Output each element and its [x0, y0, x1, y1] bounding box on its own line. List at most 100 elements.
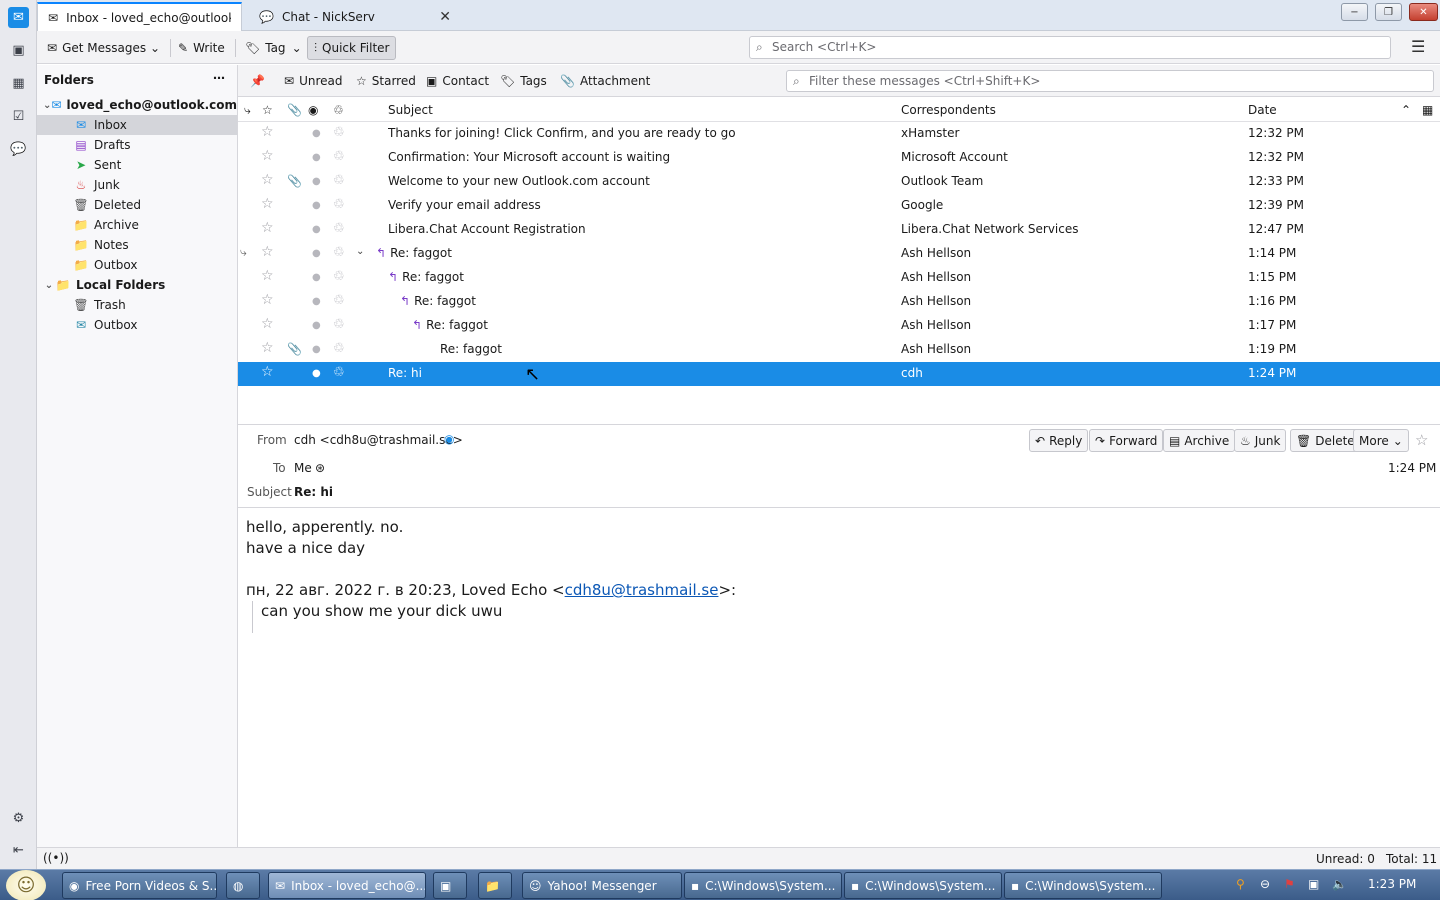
tab-chat[interactable]: 💬 Chat - NickServ ✕	[249, 2, 457, 31]
forward-button[interactable]: ↷ Forward	[1089, 429, 1164, 452]
junk-status-icon[interactable]: ♲	[333, 317, 345, 332]
folder-item[interactable]: ⌄ 📁 Local Folders	[37, 275, 237, 295]
chevron-down-icon[interactable]: ⌄	[43, 100, 51, 111]
folder-item[interactable]: ✉ Outbox	[37, 315, 237, 335]
folder-item[interactable]: 📁 Outbox	[37, 255, 237, 275]
star-icon[interactable]: ☆	[261, 364, 274, 380]
from-value[interactable]: cdh <cdh8u@trashmail.se>	[294, 433, 463, 447]
minimize-button[interactable]: −	[1341, 3, 1368, 21]
star-icon[interactable]: ☆	[261, 244, 274, 260]
pin-icon[interactable]: 📌	[250, 71, 265, 91]
address-book-icon[interactable]: ▣	[8, 40, 29, 61]
thread-icon[interactable]: ⤷	[240, 245, 247, 260]
read-column-icon[interactable]: ◉	[308, 103, 318, 117]
sort-ascending-icon[interactable]: ⌃	[1401, 103, 1411, 117]
search-input[interactable]: ⌕ Search <Ctrl+K>	[749, 36, 1391, 59]
mail-space-icon[interactable]: ✉	[8, 7, 29, 28]
contact-card-icon[interactable]: ◉	[444, 432, 454, 446]
chevron-down-icon[interactable]: ⌄	[356, 246, 364, 257]
folder-item[interactable]: 📁 Notes	[37, 235, 237, 255]
collapse-spaces-icon[interactable]: ⇤	[8, 840, 29, 861]
read-status-icon[interactable]: ●	[312, 368, 321, 379]
tag-button[interactable]: 🏷 Tag ⌄	[239, 36, 308, 60]
network-icon[interactable]: ▣	[1308, 877, 1319, 891]
read-status-icon[interactable]: ●	[312, 344, 321, 355]
column-subject[interactable]: Subject	[388, 103, 433, 117]
taskbar-item[interactable]: ▪ C:\Windows\System...	[684, 872, 842, 899]
start-button[interactable]: ☺	[6, 870, 46, 900]
taskbar-item[interactable]: ◍	[226, 872, 260, 899]
read-status-icon[interactable]: ●	[312, 152, 321, 163]
restore-button[interactable]: ❐	[1375, 3, 1402, 21]
chat-icon[interactable]: 💬	[8, 139, 29, 160]
contact-icon[interactable]: ⊛	[315, 461, 325, 475]
message-row[interactable]: ☆ 📎 ● ♲ Welcome to your new Outlook.com acco…	[238, 170, 1440, 194]
star-icon[interactable]: ☆	[261, 292, 274, 308]
junk-status-icon[interactable]: ♲	[333, 341, 345, 356]
thread-column-icon[interactable]: ⤷	[244, 103, 251, 118]
star-icon[interactable]: ☆	[261, 220, 274, 236]
taskbar-item[interactable]: ▪ C:\Windows\System...	[844, 872, 1002, 899]
close-window-button[interactable]: ✕	[1409, 3, 1438, 21]
tasks-icon[interactable]: ☑	[8, 106, 29, 127]
junk-button[interactable]: ♨ Junk	[1234, 429, 1287, 452]
more-options-icon[interactable]: ⋯	[213, 71, 225, 85]
junk-status-icon[interactable]: ♲	[333, 173, 345, 188]
online-status-icon[interactable]: ((•))	[43, 851, 69, 865]
junk-status-icon[interactable]: ♲	[333, 365, 345, 380]
read-status-icon[interactable]: ●	[312, 128, 321, 139]
folder-item[interactable]: 🗑 Trash	[37, 295, 237, 315]
filter-messages-input[interactable]: ⌕ Filter these messages <Ctrl+Shift+K>	[786, 70, 1434, 92]
unread-filter-button[interactable]: ✉ Unread	[284, 71, 342, 91]
junk-status-icon[interactable]: ♲	[333, 221, 345, 236]
reply-button[interactable]: ↶ Reply	[1029, 429, 1089, 452]
message-row[interactable]: ☆ ● ♲ Re: hi cdh 1:24 PM	[238, 362, 1440, 386]
folder-item[interactable]: ▤ Drafts	[37, 135, 237, 155]
junk-status-icon[interactable]: ♲	[333, 125, 345, 140]
folder-item[interactable]: ➤ Sent	[37, 155, 237, 175]
message-row[interactable]: ☆ ● ♲ ↰ Re: faggot Ash Hellson 1:15 PM	[238, 266, 1440, 290]
taskbar-item[interactable]: ✉ Inbox - loved_echo@...	[268, 872, 426, 899]
quote-email-link[interactable]: cdh8u@trashmail.se	[565, 581, 719, 599]
taskbar-item[interactable]: ☺ Yahoo! Messenger	[522, 872, 682, 899]
taskbar-item[interactable]: ▣	[433, 872, 467, 899]
tray-icon[interactable]: ⊖	[1260, 877, 1270, 891]
star-icon[interactable]: ☆	[261, 124, 274, 140]
volume-icon[interactable]: 🔈	[1332, 877, 1347, 891]
star-icon[interactable]: ☆	[1415, 431, 1428, 449]
chevron-down-icon[interactable]: ⌄	[43, 280, 55, 291]
message-row[interactable]: ☆ ● ♲ Confirmation: Your Microsoft account …	[238, 146, 1440, 170]
junk-status-icon[interactable]: ♲	[333, 245, 345, 260]
get-messages-dropdown[interactable]: ⌄	[144, 36, 166, 60]
junk-status-icon[interactable]: ♲	[333, 149, 345, 164]
read-status-icon[interactable]: ●	[312, 296, 321, 307]
folder-item[interactable]: ⌄ ✉ loved_echo@outlook.com	[37, 95, 237, 115]
read-status-icon[interactable]: ●	[312, 248, 321, 259]
write-button[interactable]: ✎ Write	[172, 36, 231, 60]
search-tray-icon[interactable]: ⚲	[1236, 877, 1245, 891]
read-status-icon[interactable]: ●	[312, 272, 321, 283]
read-status-icon[interactable]: ●	[312, 320, 321, 331]
tags-filter-button[interactable]: 🏷 Tags	[500, 71, 547, 91]
app-menu-icon[interactable]: ☰	[1411, 37, 1425, 56]
archive-button[interactable]: ▤ Archive	[1163, 429, 1236, 452]
folder-item[interactable]: 📁 Archive	[37, 215, 237, 235]
junk-status-icon[interactable]: ♲	[333, 269, 345, 284]
attachment-filter-button[interactable]: 📎 Attachment	[560, 71, 650, 91]
folder-item[interactable]: ♨ Junk	[37, 175, 237, 195]
read-status-icon[interactable]: ●	[312, 200, 321, 211]
read-status-icon[interactable]: ●	[312, 224, 321, 235]
star-icon[interactable]: ☆	[261, 196, 274, 212]
contact-filter-button[interactable]: ▣ Contact	[426, 71, 489, 91]
folder-item[interactable]: ✉ Inbox	[37, 115, 237, 135]
star-icon[interactable]: ☆	[261, 340, 274, 356]
message-row[interactable]: ⤷ ☆ ● ♲ ⌄ ↰ Re: faggot Ash Hellson 1:14 PM	[238, 242, 1440, 266]
message-row[interactable]: ☆ ● ♲ ↰ Re: faggot Ash Hellson 1:16 PM	[238, 290, 1440, 314]
column-date[interactable]: Date	[1248, 103, 1277, 117]
message-row[interactable]: ☆ ● ♲ Thanks for joining! Click Confirm, an…	[238, 122, 1440, 146]
close-icon[interactable]: ✕	[439, 9, 451, 25]
junk-status-icon[interactable]: ♲	[333, 293, 345, 308]
message-row[interactable]: ☆ ● ♲ Verify your email address Google 12:39 …	[238, 194, 1440, 218]
star-icon[interactable]: ☆	[261, 316, 274, 332]
column-correspondents[interactable]: Correspondents	[901, 103, 996, 117]
